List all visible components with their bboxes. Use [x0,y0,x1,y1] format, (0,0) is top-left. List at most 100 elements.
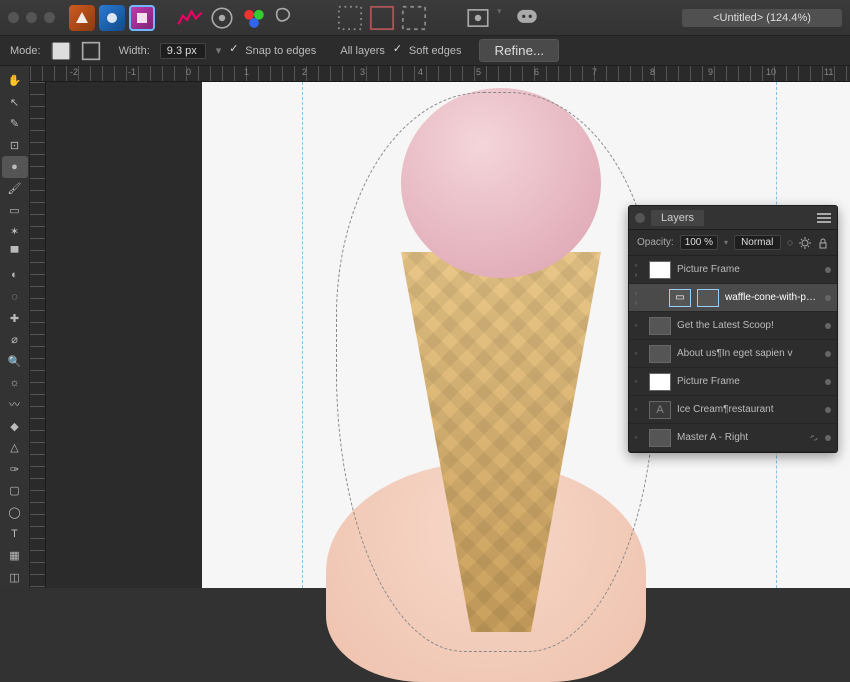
visibility-dot-icon[interactable] [825,379,831,385]
layer-row[interactable]: ▫ Master A - Right [629,424,837,452]
window-controls [8,12,55,23]
layers-panel[interactable]: Layers Opacity: 100 % ▾ Normal ◇ ▫›Pictu… [628,205,838,453]
ruler-mark: 6 [534,67,539,77]
quicklook-icon[interactable] [465,6,491,30]
layer-expand-icon[interactable]: ▫› [629,289,643,307]
marquee-tool[interactable]: ▭ [2,199,28,221]
panel-close-icon[interactable] [635,213,645,223]
layer-expand-icon[interactable]: ▫ [629,321,643,330]
mode-subtract-icon[interactable] [81,42,101,60]
chat-icon[interactable] [514,6,540,30]
paint-brush-tool[interactable]: 🖌 [2,178,28,200]
pen-tool[interactable]: ✎ [2,113,28,135]
minimize-window-icon[interactable] [26,12,37,23]
asset-tool[interactable]: ◫ [2,566,28,588]
layer-thumb-icon [649,429,671,447]
hand-tool[interactable]: ✋ [2,70,28,92]
guide-vertical[interactable] [302,82,303,588]
ruler-mark: 3 [360,67,365,77]
grid-solid-icon[interactable] [369,6,395,30]
layer-row[interactable]: ▫›▭waffle-cone-with-p… [629,284,837,312]
scope-icon[interactable] [209,6,235,30]
layer-expand-icon[interactable]: ▫ [629,377,643,386]
horizontal-ruler[interactable]: -2-101234567891011 [30,66,850,82]
visibility-dot-icon[interactable] [825,407,831,413]
blend-mode-select[interactable]: Normal [734,235,781,250]
refine-button[interactable]: Refine... [479,39,559,62]
ruler-mark: 9 [708,67,713,77]
designer-persona-icon[interactable] [69,5,95,31]
rectangle-tool[interactable]: ▢ [2,480,28,502]
ruler-mark: 7 [592,67,597,77]
layer-thumb-icon [649,345,671,363]
layer-name: Master A - Right [677,432,803,443]
layer-row[interactable]: ▫› Picture Frame [629,256,837,284]
histogram-icon[interactable] [177,6,203,30]
opacity-field[interactable]: 100 % [680,235,718,250]
layer-row[interactable]: ▫AIce Cream¶restaurant [629,396,837,424]
gear-icon[interactable] [799,237,811,249]
layer-row[interactable]: ▫ Picture Frame [629,368,837,396]
layer-expand-icon[interactable]: ▫ [629,405,643,414]
soft-edges-checkbox[interactable]: Soft edges [395,45,462,57]
vector-brush-tool[interactable]: ✑ [2,458,28,480]
width-field[interactable]: 9.3 px [160,43,206,59]
visibility-dot-icon[interactable] [825,435,831,441]
erase-tool[interactable]: ◌ [2,286,28,308]
link-icon [809,433,819,443]
photo-persona-icon[interactable] [99,5,125,31]
zoom-window-icon[interactable] [44,12,55,23]
layer-expand-icon[interactable]: ▫› [629,261,643,279]
heal-tool[interactable]: ✚ [2,307,28,329]
layer-name: Picture Frame [677,264,819,275]
width-label: Width: [119,45,150,57]
all-layers-checkbox[interactable]: All layers [326,45,385,57]
layer-expand-icon[interactable]: ▫ [629,349,643,358]
ruler-mark: 11 [824,67,833,77]
color-picker-tool[interactable]: ◐ [2,264,28,286]
snap-to-edges-checkbox[interactable]: Snap to edges [231,45,316,57]
panel-tab-layers[interactable]: Layers [651,210,704,226]
visibility-dot-icon[interactable] [825,295,831,301]
context-toolbar: Mode: Width: 9.3 px ▾ Snap to edges All … [0,36,850,66]
mode-add-icon[interactable] [51,42,71,60]
opacity-label: Opacity: [637,237,674,248]
publisher-persona-icon[interactable] [129,5,155,31]
grid-dashed-icon[interactable] [401,6,427,30]
flood-select-tool[interactable]: ✶ [2,221,28,243]
sponge-tool[interactable]: ◆ [2,415,28,437]
visibility-dot-icon[interactable] [825,351,831,357]
visibility-dot-icon[interactable] [825,267,831,273]
ruler-mark: 1 [244,67,249,77]
panel-menu-icon[interactable] [817,213,831,223]
layer-name: Picture Frame [677,376,819,387]
text-frame-tool[interactable]: T [2,523,28,545]
vertical-ruler[interactable] [30,82,46,588]
document-title: <Untitled> (124.4%) [682,9,842,27]
zoom-tool[interactable]: 🔍 [2,351,28,373]
gradient-tool[interactable]: ▀ [2,243,28,265]
blur-tool[interactable]: △ [2,437,28,459]
layer-name: Ice Cream¶restaurant [677,404,819,415]
smudge-tool[interactable]: 〰 [2,394,28,416]
lock-icon[interactable] [817,237,829,249]
panel-header[interactable]: Layers [629,206,837,230]
layer-row[interactable]: ▫Get the Latest Scoop! [629,312,837,340]
assistant-icon[interactable] [273,6,299,30]
ruler-mark: -2 [70,67,78,77]
layer-expand-icon[interactable]: ▫ [629,433,643,442]
table-tool[interactable]: ▦ [2,545,28,567]
selection-brush-tool[interactable]: ● [2,156,28,178]
layer-row[interactable]: ▫About us¶In eget sapien v [629,340,837,368]
visibility-dot-icon[interactable] [825,323,831,329]
grid-dotted-icon[interactable] [337,6,363,30]
crop-tool[interactable]: ⊡ [2,135,28,157]
ruler-mark: -1 [128,67,136,77]
ruler-mark: 8 [650,67,655,77]
clone-tool[interactable]: ⌀ [2,329,28,351]
close-window-icon[interactable] [8,12,19,23]
dodge-tool[interactable]: ☼ [2,372,28,394]
shape-tool[interactable]: ◯ [2,502,28,524]
swatches-icon[interactable] [241,6,267,30]
move-tool[interactable]: ↖ [2,92,28,114]
